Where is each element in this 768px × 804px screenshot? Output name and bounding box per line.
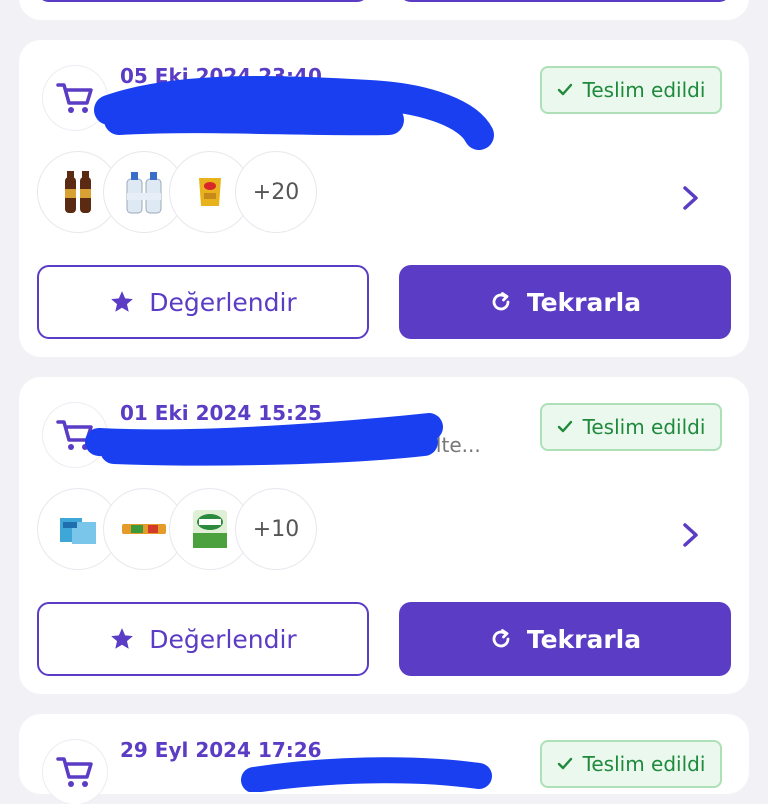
order-card-previous <box>19 0 749 20</box>
repeat-button[interactable]: Tekrarla <box>399 265 731 339</box>
cart-icon <box>43 403 107 467</box>
repeat-button-label: Tekrarla <box>526 624 642 654</box>
repeat-icon <box>492 629 510 648</box>
more-products-count: +10 <box>236 489 316 569</box>
rate-button-label: Değerlendir <box>149 287 297 317</box>
chevron-right-icon[interactable] <box>677 182 705 214</box>
check-icon <box>557 757 572 770</box>
status-badge: Teslim edildi <box>540 66 722 114</box>
more-products-count: +20 <box>236 152 316 232</box>
order-date: 29 Eyl 2024 17:26 <box>120 738 322 762</box>
order-date: 05 Eki 2024 23:40 <box>120 64 322 88</box>
order-card[interactable]: 29 Eyl 2024 17:26 Teslim edildi <box>19 714 749 804</box>
repeat-button-partial[interactable] <box>399 0 731 2</box>
cart-icon <box>43 66 107 130</box>
check-icon <box>557 420 572 433</box>
repeat-icon <box>492 292 510 311</box>
order-date: 01 Eki 2024 15:25 <box>120 401 322 425</box>
repeat-button[interactable]: Tekrarla <box>399 602 731 676</box>
chevron-right-icon[interactable] <box>677 519 705 551</box>
product-thumbnails: +20 <box>38 152 338 234</box>
star-icon <box>111 628 134 649</box>
rate-button-label: Değerlendir <box>149 624 297 654</box>
status-badge: Teslim edildi <box>540 740 722 788</box>
rate-button[interactable]: Değerlendir <box>37 265 369 339</box>
product-thumbnails: +10 <box>38 489 338 571</box>
star-icon <box>111 291 134 312</box>
order-card[interactable]: 05 Eki 2024 23:40 Teslim edildi +20 Değe… <box>19 40 749 357</box>
status-label: Teslim edildi <box>582 752 706 776</box>
check-icon <box>557 83 572 96</box>
status-label: Teslim edildi <box>582 78 706 102</box>
status-label: Teslim edildi <box>582 415 706 439</box>
order-card[interactable]: 01 Eki 2024 15:25 halte... Teslim edildi <box>19 377 749 694</box>
rate-button[interactable]: Değerlendir <box>37 602 369 676</box>
repeat-button-label: Tekrarla <box>526 287 642 317</box>
order-address: halte... <box>411 433 481 457</box>
rate-button-partial[interactable] <box>37 0 369 2</box>
status-badge: Teslim edildi <box>540 403 722 451</box>
cart-icon <box>43 740 107 804</box>
